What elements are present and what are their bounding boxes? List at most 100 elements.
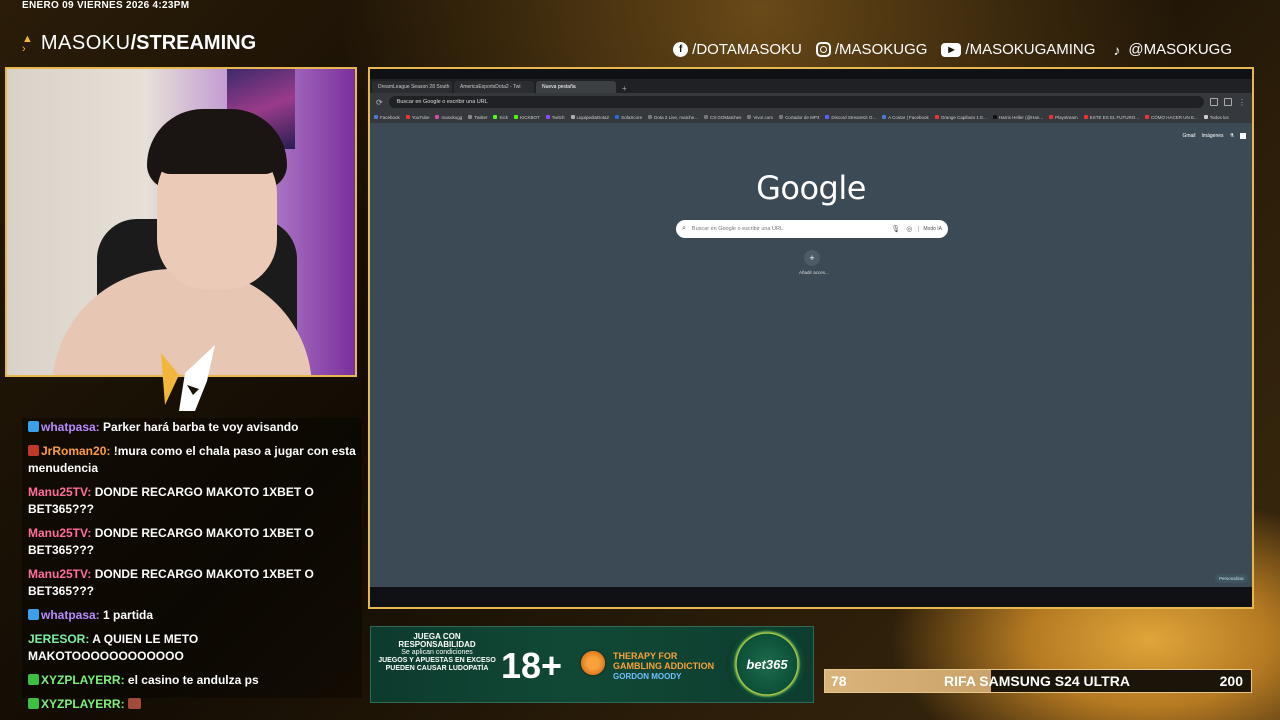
therapy-line-2: GAMBLING ADDICTION [613, 661, 715, 671]
new-tab-plus-icon[interactable]: + [618, 84, 631, 93]
brand-header: ▲ › MASOKU / STREAMING [22, 32, 256, 55]
facebook-icon: f [673, 42, 689, 57]
google-logo: Google [756, 169, 866, 207]
social-youtube-label: /MASOKUGAMING [965, 41, 1096, 58]
bookmark-item[interactable]: Vivo!.com [747, 115, 773, 120]
chat-message: whatpasa: 1 partida [22, 606, 362, 625]
brand-triangle-icon: ▲ › [22, 32, 33, 55]
streamer-hair-top [155, 124, 280, 174]
customize-button[interactable]: Personalizar [1214, 574, 1248, 583]
add-shortcut-label: Añadir acces... [799, 270, 829, 275]
chat-username[interactable]: XYZPLAYERR: [41, 673, 125, 687]
therapy-line-1: THERAPY FOR [613, 651, 678, 661]
brand-name: MASOKU [40, 32, 131, 54]
bookmark-item[interactable]: SofaScore [615, 115, 642, 120]
bookmark-item[interactable]: CÓMO HACER UN E... [1145, 115, 1198, 120]
brand-section: STREAMING [136, 32, 257, 54]
sub-badge-icon [28, 609, 39, 620]
menu-icon[interactable]: ⋮ [1238, 98, 1246, 107]
apps-grid-icon[interactable] [1240, 133, 1246, 139]
social-facebook: f/DOTAMASOKU [673, 41, 802, 58]
labs-icon[interactable]: ⚗ [1230, 133, 1234, 139]
bookmark-item[interactable]: masokugg [435, 115, 462, 120]
raffle-progress-bar: 78 RIFA SAMSUNG S24 ULTRA 200 [824, 669, 1252, 693]
lens-icon[interactable]: ◎ [906, 225, 912, 233]
tab-new-tab[interactable]: Nueva pestaña [536, 81, 616, 93]
chat-text: Parker hará barba te voy avisando [103, 420, 299, 434]
chat-text: el casino te andulza ps [127, 673, 259, 687]
chat-username[interactable]: whatpasa: [41, 608, 100, 622]
bookmark-item[interactable]: Playstream [1049, 115, 1078, 120]
bookmark-item[interactable]: ESTE ES EL FUTURO... [1083, 115, 1139, 120]
ad-line-4: PUEDEN CAUSAR LUDOPATÍA [385, 665, 489, 672]
youtube-icon: ▶ [941, 42, 962, 57]
screen-bottom-strip [370, 587, 1252, 607]
google-search-box[interactable]: ⌕ Buscar en Google o escribir una URL 🎙 … [676, 220, 948, 238]
microphone-icon[interactable]: 🎙 [891, 225, 900, 233]
search-placeholder[interactable]: Buscar en Google o escribir una URL [692, 226, 885, 232]
tiktok-icon: ♪ [1113, 41, 1121, 58]
bookmark-item[interactable]: Twitter [468, 115, 487, 120]
age-restriction: 18+ [501, 645, 563, 686]
social-facebook-label: /DOTAMASOKU [692, 41, 802, 58]
sidepanel-icon[interactable] [1224, 98, 1232, 106]
gift-badge-icon [28, 698, 39, 709]
tab-dreamleague[interactable]: DreamLeague Season 28 South [372, 81, 452, 93]
datetime-label: ENERO 09 VIERNES 2026 4:23PM [22, 0, 190, 11]
raffle-current: 78 [831, 673, 847, 689]
emote-icon [127, 698, 141, 709]
wolf-logo-icon [161, 345, 215, 411]
raffle-title: RIFA SAMSUNG S24 ULTRA [944, 673, 1130, 689]
chat-message: JERESOR: A QUIEN LE METO MAKOTOOOOOOOOOO… [22, 630, 362, 666]
ad-line-1: JUEGA CON RESPONSABILIDAD [398, 632, 476, 649]
sponsor-banner: JUEGA CON RESPONSABILIDAD Se aplican con… [370, 626, 814, 703]
tab-bar: DreamLeague Season 28 South AmericaEspor… [370, 79, 1252, 93]
chat-username[interactable]: whatpasa: [41, 420, 100, 434]
chat-username[interactable]: Manu25TV: [28, 567, 91, 581]
chat-username[interactable]: XYZPLAYERR: [41, 697, 125, 711]
chat-text: 1 partida [103, 608, 154, 622]
plus-icon[interactable]: + [804, 250, 820, 266]
ad-line-2: Se aplican condiciones [401, 649, 473, 656]
bookmark-item[interactable]: Twitch [545, 115, 565, 120]
search-icon: ⌕ [682, 225, 686, 232]
bookmark-item[interactable]: LiquipediaDota2 [570, 115, 609, 120]
bookmark-item[interactable]: Cortador de MP3 [779, 115, 819, 120]
bookmark-item[interactable]: YouTube [405, 115, 429, 120]
bookmark-item[interactable]: Facebook [374, 115, 400, 120]
reload-icon[interactable]: ⟳ [376, 98, 383, 107]
webcam-feed [5, 67, 357, 377]
bookmark-item[interactable]: KICKBOT [514, 115, 540, 120]
chat-username[interactable]: JERESOR: [28, 632, 89, 646]
bookmark-item[interactable]: A Costar | Facebook [882, 115, 929, 120]
bookmark-item[interactable]: Discord StreamKit O... [825, 115, 876, 120]
chat-message: XYZPLAYERR: [22, 695, 362, 714]
ai-mode-button[interactable]: Modo IA [918, 226, 942, 232]
bookmarks-bar: Facebook YouTube masokugg Twitter Kick K… [370, 111, 1252, 123]
chat-message: Manu25TV: DONDE RECARGO MAKOTO 1XBET O B… [22, 483, 362, 519]
chat-username[interactable]: Manu25TV: [28, 526, 91, 540]
bookmark-item[interactable]: Orange Capibuto 1 E... [934, 115, 987, 120]
social-tiktok-label: @MASOKUGG [1128, 41, 1232, 58]
gift-badge-icon [28, 674, 39, 685]
chat-message: JrRoman20: !mura como el chala paso a ju… [22, 442, 362, 478]
omnibox-input[interactable]: Buscar en Google o escribir una URL [388, 96, 1204, 108]
tab-america-esports[interactable]: AmericaEsportsDota2 - Twi [454, 81, 534, 93]
bookmark-item[interactable]: CS:GOMatches [703, 115, 741, 120]
add-shortcut[interactable]: + Añadir acces... [799, 250, 829, 275]
bookmark-folder-all[interactable]: Todos los [1203, 115, 1229, 120]
chat-message: Manu25TV: DONDE RECARGO MAKOTO 1XBET O B… [22, 565, 362, 601]
chat-panel: whatpasa: Parker hará barba te voy avisa… [22, 418, 362, 711]
chat-username[interactable]: JrRoman20: [41, 444, 110, 458]
gmail-link[interactable]: Gmail [1182, 133, 1195, 139]
chat-message: Manu25TV: DONDE RECARGO MAKOTO 1XBET O B… [22, 524, 362, 560]
chat-username[interactable]: Manu25TV: [28, 485, 91, 499]
images-link[interactable]: Imágenes [1202, 133, 1224, 139]
instagram-icon [815, 42, 831, 57]
bookmark-item[interactable]: Kick [493, 115, 508, 120]
bookmark-item[interactable]: Harris Heller (@Han... [992, 115, 1043, 120]
extension-icon[interactable] [1210, 98, 1218, 106]
bet365-label: bet365 [746, 656, 788, 672]
bookmark-item[interactable]: Dota 2 Live, matche... [648, 115, 698, 120]
google-top-links: Gmail Imágenes ⚗ [1182, 133, 1246, 139]
